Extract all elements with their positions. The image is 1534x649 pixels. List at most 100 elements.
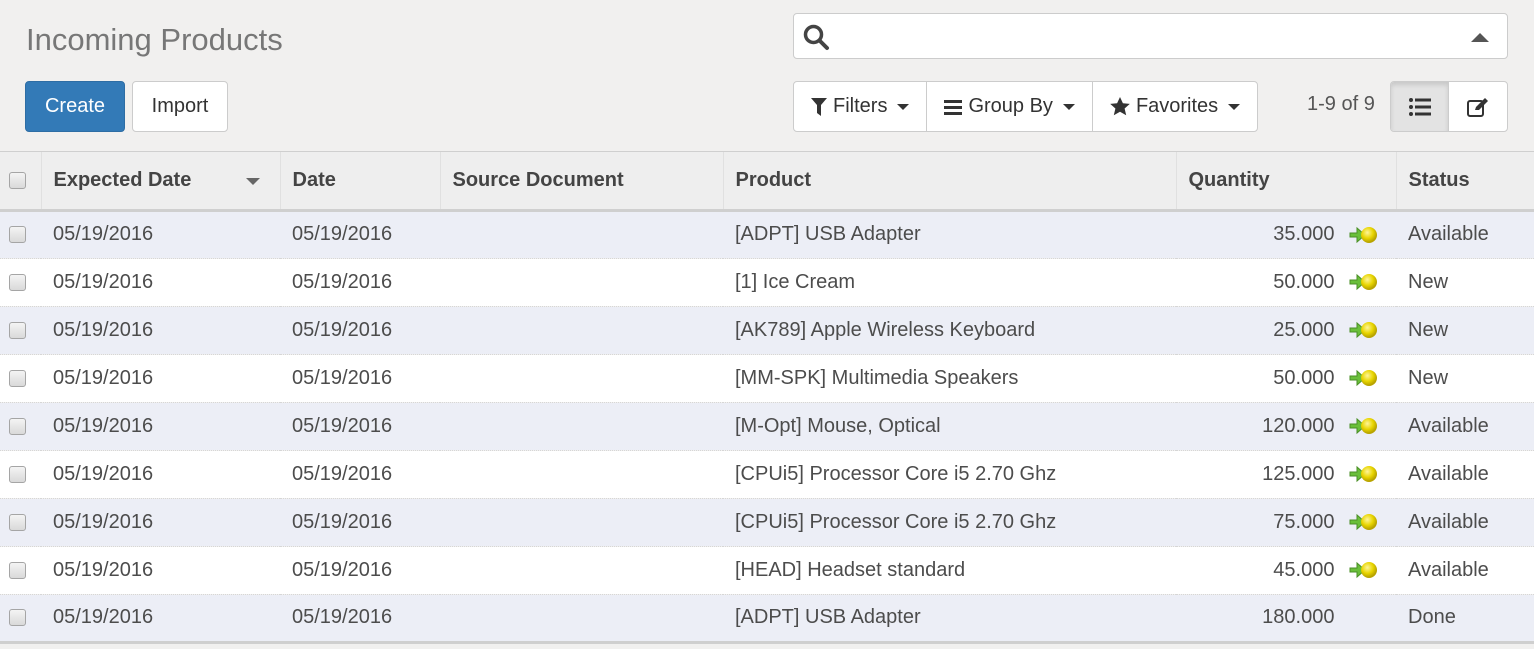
row-select-cell [0, 353, 41, 402]
group-by-dropdown[interactable]: Group By [927, 82, 1093, 131]
product-cell: [M-Opt] Mouse, Optical [723, 401, 1176, 450]
import-button[interactable]: Import [132, 81, 228, 132]
date-cell: 05/19/2016 [280, 353, 440, 402]
status-cell: Available [1396, 497, 1534, 546]
table-row[interactable]: 05/19/2016 05/19/2016 [CPUi5] Processor … [0, 449, 1534, 498]
row-select-cell [0, 209, 41, 258]
quantity-cell: 180.000 [1176, 593, 1396, 644]
expected-date-cell: 05/19/2016 [41, 257, 280, 306]
table-row[interactable]: 05/19/2016 05/19/2016 [MM-SPK] Multimedi… [0, 353, 1534, 402]
column-header-expected-date[interactable]: Expected Date [41, 152, 281, 212]
source-document-cell [440, 593, 723, 644]
form-view-button[interactable] [1449, 82, 1507, 131]
status-cell: New [1396, 257, 1534, 306]
row-select-cell [0, 497, 41, 546]
list-view-button[interactable] [1391, 82, 1450, 131]
availability-arrow-icon[interactable] [1349, 271, 1379, 293]
table-row[interactable]: 05/19/2016 05/19/2016 [AK789] Apple Wire… [0, 305, 1534, 354]
quantity-value: 120.000 [1262, 414, 1335, 437]
quantity-value: 25.000 [1273, 318, 1335, 341]
create-button[interactable]: Create [25, 81, 125, 132]
product-cell: [CPUi5] Processor Core i5 2.70 Ghz [723, 497, 1176, 546]
availability-arrow-icon[interactable] [1349, 559, 1379, 581]
column-header-quantity[interactable]: Quantity [1176, 152, 1397, 212]
status-cell: New [1396, 305, 1534, 354]
column-header-product[interactable]: Product [723, 152, 1177, 212]
row-select-cell [0, 401, 41, 450]
expected-date-cell: 05/19/2016 [41, 545, 280, 594]
table-row[interactable]: 05/19/2016 05/19/2016 [CPUi5] Processor … [0, 497, 1534, 546]
column-header-source-document[interactable]: Source Document [440, 152, 724, 212]
list-icon [1408, 97, 1431, 116]
status-cell: Available [1396, 209, 1534, 258]
date-cell: 05/19/2016 [280, 401, 440, 450]
expected-date-cell: 05/19/2016 [41, 401, 280, 450]
row-checkbox[interactable] [9, 561, 26, 579]
source-document-cell [440, 353, 723, 402]
status-cell: Available [1396, 545, 1534, 594]
quantity-value: 75.000 [1273, 510, 1335, 533]
date-cell: 05/19/2016 [280, 209, 440, 258]
row-select-cell [0, 305, 41, 354]
row-checkbox[interactable] [9, 417, 26, 435]
sort-descending-icon [245, 178, 260, 185]
search-input[interactable] [838, 20, 1458, 52]
bars-icon [944, 99, 963, 115]
availability-arrow-icon[interactable] [1349, 367, 1379, 389]
expected-date-cell: 05/19/2016 [41, 353, 280, 402]
source-document-cell [440, 449, 723, 498]
row-checkbox[interactable] [9, 226, 26, 244]
table-row[interactable]: 05/19/2016 05/19/2016 [1] Ice Cream 50.0… [0, 257, 1534, 306]
column-header-date[interactable]: Date [280, 152, 441, 212]
status-cell: Done [1396, 593, 1534, 644]
expected-date-cell: 05/19/2016 [41, 305, 280, 354]
control-panel: Incoming Products Create Import Filters … [0, 0, 1534, 152]
date-cell: 05/19/2016 [280, 449, 440, 498]
select-all-checkbox[interactable] [9, 171, 26, 189]
quantity-value: 35.000 [1273, 223, 1335, 245]
star-icon [1110, 97, 1130, 116]
table-body: 05/19/2016 05/19/2016 [ADPT] USB Adapter… [0, 209, 1534, 644]
product-cell: [ADPT] USB Adapter [723, 209, 1176, 258]
availability-arrow-icon[interactable] [1349, 319, 1379, 341]
product-cell: [ADPT] USB Adapter [723, 593, 1176, 644]
row-checkbox[interactable] [9, 609, 26, 627]
availability-arrow-icon[interactable] [1349, 224, 1379, 246]
row-select-cell [0, 545, 41, 594]
table-row[interactable]: 05/19/2016 05/19/2016 [HEAD] Headset sta… [0, 545, 1534, 594]
date-cell: 05/19/2016 [280, 545, 440, 594]
row-checkbox[interactable] [9, 513, 26, 531]
filters-dropdown[interactable]: Filters [794, 82, 928, 131]
quantity-value: 45.000 [1273, 558, 1335, 581]
row-select-cell [0, 449, 41, 498]
table-row[interactable]: 05/19/2016 05/19/2016 [ADPT] USB Adapter… [0, 593, 1534, 644]
source-document-cell [440, 257, 723, 306]
source-document-cell [440, 401, 723, 450]
expected-date-cell: 05/19/2016 [41, 497, 280, 546]
search-options-group: Filters Group By Favorites [793, 81, 1259, 132]
quantity-cell: 120.000 [1176, 401, 1396, 450]
table-row[interactable]: 05/19/2016 05/19/2016 [M-Opt] Mouse, Opt… [0, 401, 1534, 450]
quantity-cell: 75.000 [1176, 497, 1396, 546]
pager-value[interactable]: 1-9 of 9 [1307, 93, 1375, 116]
favorites-label: Favorites [1135, 95, 1219, 117]
row-checkbox[interactable] [9, 273, 26, 291]
row-checkbox[interactable] [9, 321, 26, 339]
status-cell: New [1396, 353, 1534, 402]
date-cell: 05/19/2016 [280, 593, 440, 644]
row-select-cell [0, 593, 41, 644]
row-checkbox[interactable] [9, 369, 26, 387]
availability-arrow-icon[interactable] [1349, 463, 1379, 485]
quantity-value: 180.000 [1262, 606, 1335, 628]
availability-arrow-icon[interactable] [1349, 511, 1379, 533]
availability-arrow-icon[interactable] [1349, 415, 1379, 437]
column-header-status[interactable]: Status [1396, 152, 1534, 212]
source-document-cell [440, 545, 723, 594]
row-checkbox[interactable] [9, 465, 26, 483]
table-row[interactable]: 05/19/2016 05/19/2016 [ADPT] USB Adapter… [0, 209, 1534, 258]
select-all-cell [0, 152, 42, 212]
quantity-value: 50.000 [1273, 366, 1335, 389]
favorites-dropdown[interactable]: Favorites [1093, 82, 1257, 131]
quantity-cell: 50.000 [1176, 353, 1396, 402]
search-options-toggle-icon[interactable] [1471, 33, 1489, 42]
